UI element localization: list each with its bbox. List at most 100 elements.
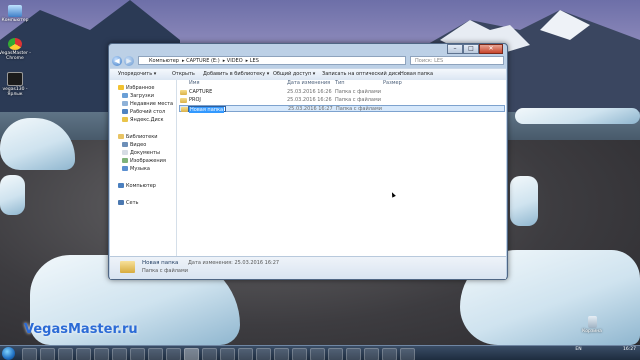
folder-icon bbox=[180, 98, 187, 103]
search-input[interactable]: Поиск: LES bbox=[410, 56, 504, 65]
file-type: Папка с файлами bbox=[336, 106, 382, 112]
nav-images[interactable]: Изображения bbox=[122, 158, 166, 165]
file-row-selected[interactable]: Новая папка 25.03.2016 16:27 Папка с фай… bbox=[179, 105, 505, 113]
mouse-cursor bbox=[390, 191, 396, 198]
taskbar-button[interactable] bbox=[310, 348, 325, 360]
folder-icon bbox=[181, 107, 188, 112]
taskbar-button[interactable] bbox=[274, 348, 289, 360]
maximize-button[interactable]: □ bbox=[463, 44, 479, 54]
libraries-icon bbox=[118, 134, 124, 139]
file-list: Имя Дата изменения Тип Размер CAPTURE 25… bbox=[177, 80, 506, 256]
taskbar-button[interactable] bbox=[328, 348, 343, 360]
file-row[interactable]: CAPTURE 25.03.2016 16:26 Папка с файлами bbox=[179, 89, 505, 96]
desktop-icon-label: Корзина bbox=[582, 329, 602, 334]
vegas-icon bbox=[7, 72, 23, 86]
documents-icon bbox=[122, 150, 128, 155]
breadcrumb-capture[interactable]: CAPTURE (E:) bbox=[186, 58, 220, 64]
nav-recent[interactable]: Недавние места bbox=[122, 101, 173, 108]
column-header-type[interactable]: Тип bbox=[335, 80, 345, 87]
desktop-icon-vegas[interactable]: vegas130 - Ярлык bbox=[0, 72, 35, 97]
taskbar-button[interactable] bbox=[346, 348, 361, 360]
search-placeholder: Поиск: LES bbox=[415, 58, 444, 64]
clock[interactable]: 16:27 bbox=[623, 347, 636, 352]
nav-favorites[interactable]: Избранное bbox=[118, 85, 154, 92]
file-date: 25.03.2016 16:26 bbox=[287, 89, 332, 95]
nav-libraries[interactable]: Библиотеки bbox=[118, 134, 158, 141]
ice-floe bbox=[0, 175, 25, 215]
desktop-icon-recycle-bin[interactable]: Корзина bbox=[572, 316, 612, 334]
address-bar[interactable]: Компьютер ▸ CAPTURE (E:) ▸ VIDEO ▸ LES bbox=[138, 56, 406, 65]
ice-floe bbox=[515, 108, 640, 124]
nav-yandex-disk[interactable]: Яндекс.Диск bbox=[122, 117, 164, 124]
taskbar-button[interactable] bbox=[166, 348, 181, 360]
taskbar-button-explorer[interactable] bbox=[184, 348, 199, 360]
file-row[interactable]: PROJ 25.03.2016 16:26 Папка с файлами bbox=[179, 97, 505, 104]
desktop-icon-chrome[interactable]: VegasMaster - Chrome bbox=[0, 38, 35, 61]
title-bar[interactable]: – □ ✕ bbox=[109, 44, 507, 54]
taskbar-button[interactable] bbox=[130, 348, 145, 360]
taskbar-button[interactable] bbox=[112, 348, 127, 360]
folder-icon bbox=[180, 90, 187, 95]
organize-button[interactable]: Упорядочить ▾ bbox=[118, 69, 156, 80]
rename-input[interactable]: Новая папка bbox=[188, 106, 226, 113]
open-button[interactable]: Открыть bbox=[172, 69, 195, 80]
taskbar-button[interactable] bbox=[256, 348, 271, 360]
nav-desktop[interactable]: Рабочий стол bbox=[122, 109, 165, 116]
start-button[interactable] bbox=[2, 347, 15, 360]
desktop-icon-computer[interactable]: Компьютер bbox=[0, 5, 35, 23]
star-icon bbox=[118, 85, 124, 90]
file-name: CAPTURE bbox=[189, 89, 213, 95]
details-pane: Новая папка Дата изменения: 25.03.2016 1… bbox=[110, 256, 506, 279]
back-button[interactable]: ◀ bbox=[112, 56, 122, 66]
music-icon bbox=[122, 166, 128, 171]
column-header-name[interactable]: Имя bbox=[189, 80, 200, 87]
breadcrumb-video[interactable]: VIDEO bbox=[227, 58, 243, 64]
burn-button[interactable]: Записать на оптический диск bbox=[322, 69, 401, 80]
add-to-library-button[interactable]: Добавить в библиотеку ▾ bbox=[203, 69, 269, 80]
desktop-icon-label: vegas130 - Ярлык bbox=[2, 87, 28, 97]
nav-computer[interactable]: Компьютер bbox=[118, 183, 156, 190]
taskbar-button[interactable] bbox=[364, 348, 379, 360]
column-header-size[interactable]: Размер bbox=[383, 80, 402, 87]
desktop: Компьютер VegasMaster - Chrome vegas130 … bbox=[0, 0, 640, 360]
explorer-window[interactable]: – □ ✕ ◀ ▶ Компьютер ▸ CAPTURE (E:) ▸ VIDEO… bbox=[108, 43, 508, 280]
desktop-icon-label: VegasMaster - Chrome bbox=[0, 51, 31, 61]
language-indicator[interactable]: EN bbox=[575, 347, 581, 352]
yandex-disk-icon bbox=[122, 117, 128, 122]
nav-documents[interactable]: Документы bbox=[122, 150, 160, 157]
computer-icon bbox=[8, 5, 22, 17]
recent-places-icon bbox=[122, 101, 128, 106]
details-type: Папка с файлами bbox=[142, 268, 188, 274]
taskbar-button[interactable] bbox=[382, 348, 397, 360]
close-button[interactable]: ✕ bbox=[479, 44, 503, 54]
file-type: Папка с файлами bbox=[335, 97, 381, 103]
nav-network[interactable]: Сеть bbox=[118, 200, 138, 207]
nav-downloads[interactable]: Загрузки bbox=[122, 93, 154, 100]
breadcrumb-computer[interactable]: Компьютер bbox=[149, 58, 179, 64]
video-icon bbox=[122, 142, 128, 147]
taskbar-button[interactable] bbox=[220, 348, 235, 360]
minimize-button[interactable]: – bbox=[447, 44, 463, 54]
details-name: Новая папка bbox=[142, 260, 179, 266]
file-date: 25.03.2016 16:27 bbox=[288, 106, 333, 112]
taskbar-button[interactable] bbox=[76, 348, 91, 360]
details-modified: Дата изменения: 25.03.2016 16:27 bbox=[188, 260, 280, 266]
taskbar-button[interactable] bbox=[292, 348, 307, 360]
column-header-date[interactable]: Дата изменения bbox=[287, 80, 330, 87]
taskbar-button[interactable] bbox=[94, 348, 109, 360]
taskbar-button[interactable] bbox=[58, 348, 73, 360]
taskbar-button[interactable] bbox=[202, 348, 217, 360]
share-button[interactable]: Общий доступ ▾ bbox=[273, 69, 315, 80]
taskbar-button[interactable] bbox=[148, 348, 163, 360]
forward-button[interactable]: ▶ bbox=[124, 56, 134, 66]
taskbar-button[interactable] bbox=[238, 348, 253, 360]
nav-music[interactable]: Музыка bbox=[122, 166, 150, 173]
taskbar-button[interactable] bbox=[40, 348, 55, 360]
watermark-logo: VegasMaster.ru bbox=[24, 322, 138, 337]
taskbar-button[interactable] bbox=[400, 348, 415, 360]
nav-video[interactable]: Видео bbox=[122, 142, 146, 149]
images-icon bbox=[122, 158, 128, 163]
breadcrumb-les[interactable]: LES bbox=[250, 58, 259, 64]
new-folder-button[interactable]: Новая папка bbox=[400, 69, 433, 80]
taskbar-button[interactable] bbox=[22, 348, 37, 360]
